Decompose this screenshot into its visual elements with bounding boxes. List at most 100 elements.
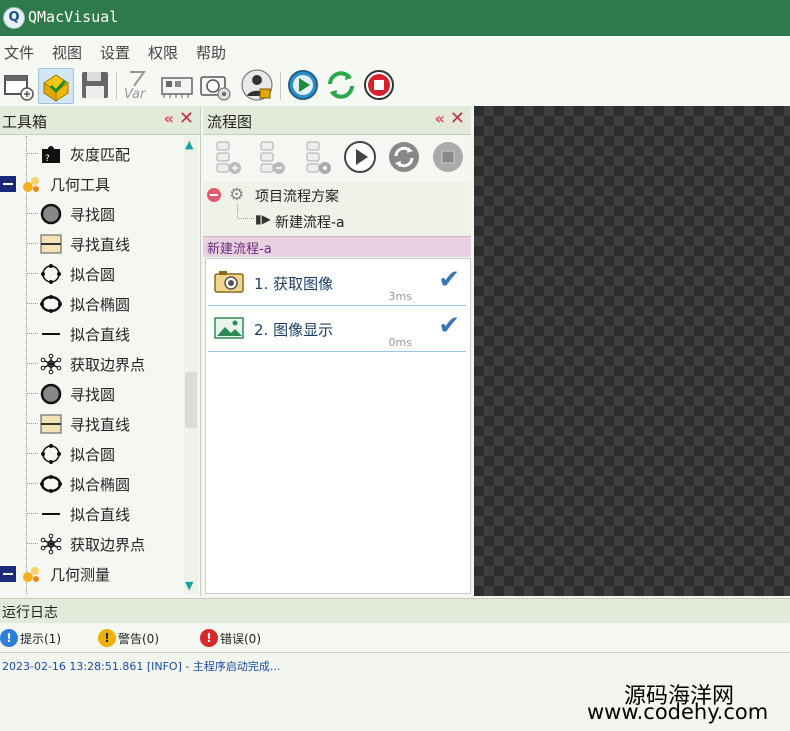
fit-circle-icon bbox=[41, 264, 61, 284]
save-button[interactable] bbox=[78, 68, 112, 102]
scroll-up-icon[interactable]: ▲ bbox=[185, 138, 193, 151]
variable-icon: Var bbox=[124, 71, 147, 102]
toolbox-tree: ? 灰度匹配 几何工具 寻找圆 寻找直线 拟合圆 拟合椭圆 拟合直线 获取边界点… bbox=[0, 136, 182, 594]
tree-item-fit-line[interactable]: 拟合直线 bbox=[0, 318, 182, 348]
find-circle-icon bbox=[40, 203, 62, 225]
tree-item-gray-match[interactable]: ? 灰度匹配 bbox=[0, 138, 182, 168]
active-flow-label: 新建流程-a bbox=[207, 242, 272, 257]
title-bar: Q QMacVisual bbox=[0, 0, 790, 36]
image-display-canvas[interactable] bbox=[474, 106, 790, 596]
menu-file[interactable]: 文件 bbox=[4, 42, 34, 63]
tree-group-geometry-tools[interactable]: 几何工具 bbox=[0, 168, 182, 198]
collapse-icon[interactable]: « bbox=[435, 109, 445, 128]
tree-item-find-circle[interactable]: 寻找圆 bbox=[0, 378, 182, 408]
scrollbar-thumb[interactable] bbox=[185, 372, 197, 428]
app-title: QMacVisual bbox=[28, 8, 119, 26]
log-header: 运行日志 bbox=[0, 598, 790, 623]
flow-header: 流程图 « ✕ bbox=[203, 106, 471, 135]
menu-permissions[interactable]: 权限 bbox=[148, 42, 178, 63]
tree-item-fit-ellipse[interactable]: 拟合椭圆 bbox=[0, 468, 182, 498]
variable-button[interactable]: Var bbox=[122, 68, 156, 102]
camera-settings-button[interactable] bbox=[198, 68, 232, 102]
user-login-button[interactable] bbox=[240, 68, 274, 102]
flow-item-label[interactable]: 新建流程-a bbox=[275, 212, 345, 232]
warning-icon: ! bbox=[98, 629, 116, 647]
fit-line-icon bbox=[42, 513, 60, 515]
tree-item-fit-ellipse[interactable]: 拟合椭圆 bbox=[0, 288, 182, 318]
flow-arrow-icon: ▮▶ bbox=[255, 212, 271, 226]
fit-ellipse-icon bbox=[40, 475, 62, 493]
io-card-button[interactable] bbox=[160, 68, 194, 102]
flow-panel: 流程图 « ✕ ⚙ 项目流程方案 ▮▶ 新建流程-a 新建流程-a 1. 获取图… bbox=[203, 106, 471, 596]
open-box-icon bbox=[43, 74, 69, 102]
run-loop-button[interactable] bbox=[324, 68, 358, 102]
menu-view[interactable]: 视图 bbox=[52, 42, 82, 63]
toolbox-title: 工具箱 bbox=[2, 113, 48, 131]
run-flow-icon[interactable] bbox=[343, 140, 377, 174]
watermark-url: www.codehy.com bbox=[587, 700, 769, 724]
error-icon: ! bbox=[200, 629, 218, 647]
tree-item-fit-circle[interactable]: 拟合圆 bbox=[0, 258, 182, 288]
gear-icon: ⚙ bbox=[229, 185, 245, 205]
save-icon bbox=[82, 72, 108, 98]
tree-item-fit-circle[interactable]: 拟合圆 bbox=[0, 438, 182, 468]
tab-info[interactable]: ! 提示(1) bbox=[0, 628, 70, 648]
puzzle-icon: ? bbox=[42, 146, 60, 164]
tree-item-edge-points[interactable]: 获取边界点 bbox=[0, 348, 182, 378]
stop-button[interactable] bbox=[362, 68, 396, 102]
camera-icon bbox=[214, 271, 244, 293]
menu-bar: 文件 视图 设置 权限 帮助 bbox=[0, 36, 790, 64]
group-icon bbox=[23, 177, 39, 192]
user-lock-icon bbox=[241, 69, 273, 101]
fit-circle-icon bbox=[41, 444, 61, 464]
fit-line-icon bbox=[42, 333, 60, 335]
collapse-group-icon[interactable] bbox=[0, 176, 16, 192]
tree-item-find-line[interactable]: 寻找直线 bbox=[0, 408, 182, 438]
collapse-group-icon[interactable] bbox=[0, 566, 16, 582]
menu-help[interactable]: 帮助 bbox=[196, 42, 226, 63]
tree-item-find-circle[interactable]: 寻找圆 bbox=[0, 198, 182, 228]
find-line-icon bbox=[40, 234, 62, 254]
flow-settings-icon[interactable] bbox=[299, 140, 333, 176]
add-flow-icon[interactable] bbox=[209, 140, 243, 176]
active-flow-bar: 新建流程-a bbox=[203, 236, 471, 257]
log-entry: 2023-02-16 13:28:51.861 [INFO] - 主程序启动完成… bbox=[2, 660, 281, 673]
tree-item-find-line[interactable]: 寻找直线 bbox=[0, 228, 182, 258]
info-icon: ! bbox=[0, 629, 18, 647]
tree-item-edge-points[interactable]: 获取边界点 bbox=[0, 528, 182, 558]
check-icon: ✔ bbox=[438, 265, 460, 295]
flow-step-acquire-image[interactable]: 1. 获取图像 3ms ✔ bbox=[208, 261, 466, 306]
edge-points-icon bbox=[40, 353, 62, 375]
close-icon[interactable]: ✕ bbox=[179, 108, 194, 129]
scroll-down-icon[interactable]: ▼ bbox=[185, 579, 193, 592]
app-logo-icon: Q bbox=[3, 7, 25, 29]
loop-flow-icon[interactable] bbox=[387, 140, 421, 174]
toolbar-separator bbox=[116, 72, 117, 100]
flow-step-show-image[interactable]: 2. 图像显示 0ms ✔ bbox=[208, 307, 466, 352]
remove-flow-icon[interactable] bbox=[253, 140, 287, 176]
log-title: 运行日志 bbox=[2, 605, 58, 621]
toolbox-scrollbar[interactable]: ▲ ▼ bbox=[184, 136, 198, 594]
check-icon: ✔ bbox=[438, 311, 460, 341]
toolbox-panel: 工具箱 « ✕ ? 灰度匹配 几何工具 寻找圆 寻找直线 拟合圆 拟合椭圆 拟合… bbox=[0, 106, 201, 596]
image-icon bbox=[214, 317, 244, 339]
collapse-icon[interactable]: « bbox=[164, 109, 174, 128]
flow-step-list: 1. 获取图像 3ms ✔ 2. 图像显示 0ms ✔ bbox=[205, 258, 471, 594]
tab-warning[interactable]: ! 警告(0) bbox=[98, 628, 168, 648]
new-window-button[interactable] bbox=[2, 68, 36, 102]
remove-project-icon[interactable] bbox=[207, 188, 221, 202]
stop-flow-icon[interactable] bbox=[431, 140, 465, 174]
find-line-icon bbox=[40, 414, 62, 434]
menu-settings[interactable]: 设置 bbox=[100, 42, 130, 63]
new-window-icon bbox=[4, 75, 34, 101]
fit-ellipse-icon bbox=[40, 295, 62, 313]
tree-item-fit-line[interactable]: 拟合直线 bbox=[0, 498, 182, 528]
run-once-button[interactable] bbox=[286, 68, 320, 102]
stop-icon bbox=[364, 70, 394, 100]
tree-group-geometry-measure[interactable]: 几何测量 bbox=[0, 558, 182, 588]
close-icon[interactable]: ✕ bbox=[450, 108, 465, 129]
open-button[interactable] bbox=[38, 68, 74, 104]
tab-error[interactable]: ! 错误(0) bbox=[200, 628, 270, 648]
project-label[interactable]: 项目流程方案 bbox=[255, 186, 339, 206]
toolbar-separator bbox=[280, 72, 281, 100]
